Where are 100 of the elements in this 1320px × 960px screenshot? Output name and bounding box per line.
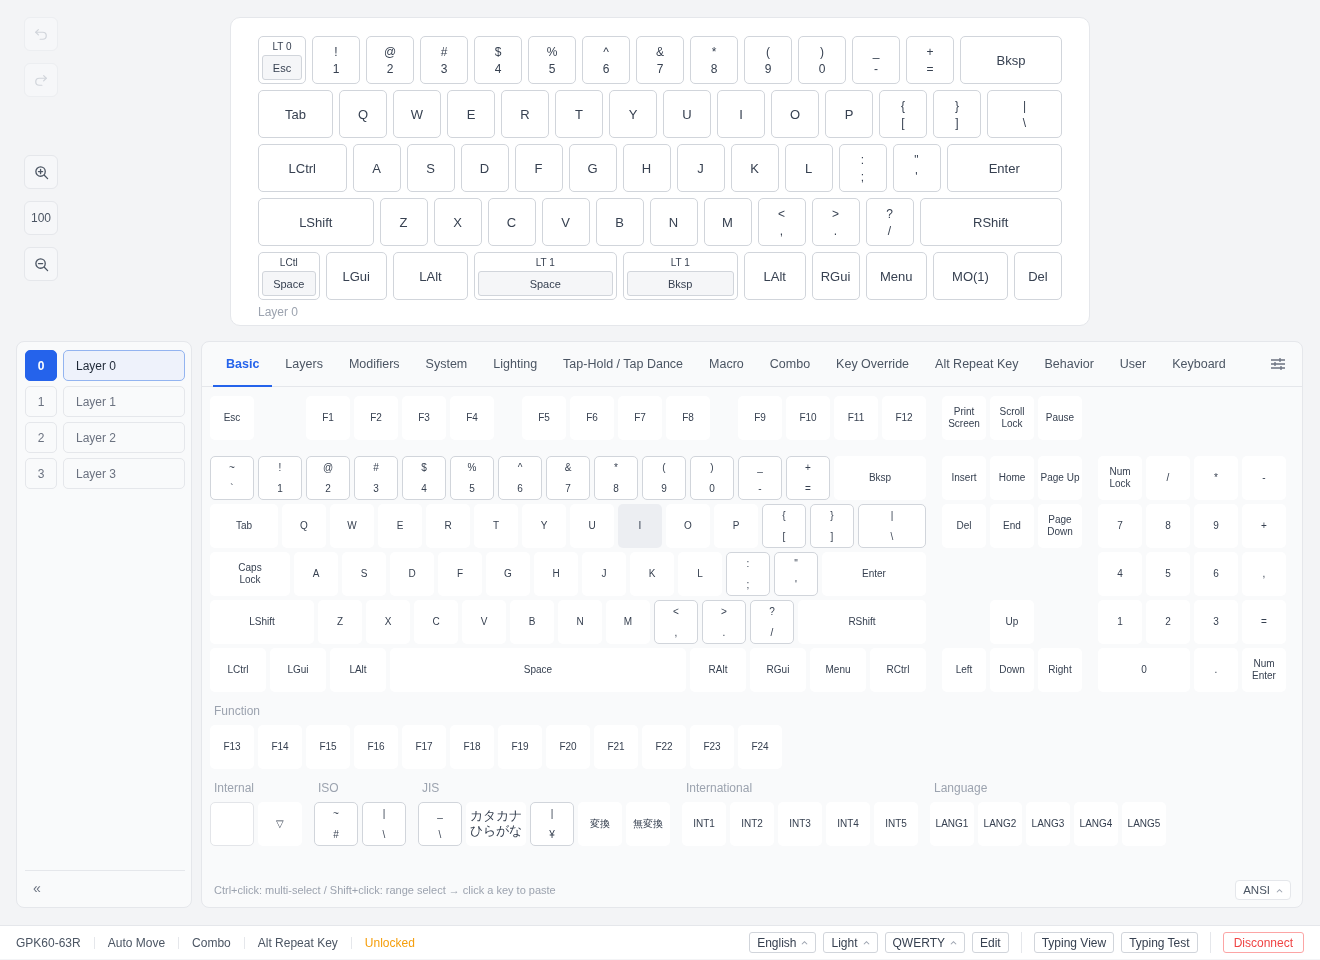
- key[interactable]: LAlt: [393, 252, 468, 300]
- key[interactable]: 変換: [578, 802, 622, 846]
- tab[interactable]: Keyboard: [1159, 342, 1239, 387]
- key[interactable]: * 8: [690, 36, 738, 84]
- key[interactable]: < ,: [757, 198, 806, 246]
- key[interactable]: J: [676, 144, 725, 192]
- key[interactable]: U: [663, 90, 711, 138]
- key[interactable]: N: [649, 198, 698, 246]
- key[interactable]: > .: [702, 600, 746, 644]
- tab[interactable]: Basic: [213, 342, 273, 387]
- settings-icon[interactable]: [1270, 357, 1286, 371]
- key[interactable]: INT3: [778, 802, 822, 846]
- key[interactable]: L: [784, 144, 833, 192]
- key[interactable]: F7: [618, 396, 662, 440]
- key[interactable]: { [: [879, 90, 927, 138]
- key[interactable]: _ -: [852, 36, 900, 84]
- key[interactable]: | ¥: [530, 802, 574, 846]
- key[interactable]: Left: [942, 648, 986, 692]
- key[interactable]: F6: [570, 396, 614, 440]
- tap-key[interactable]: Space: [262, 271, 316, 296]
- key[interactable]: F13: [210, 725, 254, 769]
- key[interactable]: H: [534, 552, 578, 596]
- key[interactable]: ,: [1242, 552, 1286, 596]
- key[interactable]: F1: [306, 396, 350, 440]
- key[interactable]: " ': [892, 144, 941, 192]
- key[interactable]: LShift: [258, 198, 374, 246]
- key[interactable]: F14: [258, 725, 302, 769]
- key[interactable]: S: [406, 144, 455, 192]
- key[interactable]: Num Enter: [1242, 648, 1286, 692]
- key[interactable]: A: [352, 144, 401, 192]
- layer-tap-key[interactable]: LCtl Space: [258, 252, 320, 300]
- key[interactable]: B: [595, 198, 644, 246]
- key[interactable]: RGui: [811, 252, 860, 300]
- key[interactable]: ( 9: [744, 36, 792, 84]
- key[interactable]: 0: [1098, 648, 1190, 692]
- key[interactable]: MO(1): [933, 252, 1008, 300]
- key[interactable]: +: [1242, 504, 1286, 548]
- tap-key[interactable]: Bksp: [626, 271, 734, 296]
- key[interactable]: M: [703, 198, 752, 246]
- key[interactable]: LCtrl: [258, 144, 347, 192]
- tab[interactable]: Alt Repeat Key: [922, 342, 1032, 387]
- key[interactable]: } ]: [933, 90, 981, 138]
- key[interactable]: % 5: [450, 456, 494, 500]
- key[interactable]: LANG1: [930, 802, 974, 846]
- key[interactable]: LShift: [210, 600, 314, 644]
- key[interactable]: & 7: [546, 456, 590, 500]
- key[interactable]: Enter: [946, 144, 1062, 192]
- zoom-out-button[interactable]: [24, 247, 58, 281]
- dropdown[interactable]: QWERTY: [884, 932, 965, 953]
- dropdown[interactable]: Light: [823, 932, 878, 953]
- key[interactable]: F21: [594, 725, 638, 769]
- key[interactable]: E: [447, 90, 495, 138]
- key[interactable]: RShift: [919, 198, 1062, 246]
- tap-key[interactable]: Space: [478, 271, 613, 296]
- key[interactable]: Page Down: [1038, 504, 1082, 548]
- key[interactable]: 2: [1146, 600, 1190, 644]
- key[interactable]: ? /: [865, 198, 914, 246]
- key[interactable]: LAlt: [330, 648, 386, 692]
- key[interactable]: * 8: [594, 456, 638, 500]
- key[interactable]: _ -: [738, 456, 782, 500]
- key[interactable]: F18: [450, 725, 494, 769]
- key[interactable]: Q: [339, 90, 387, 138]
- key[interactable]: Z: [318, 600, 362, 644]
- key[interactable]: Q: [282, 504, 326, 548]
- key[interactable]: F15: [306, 725, 350, 769]
- key[interactable]: F19: [498, 725, 542, 769]
- key[interactable]: RAlt: [690, 648, 746, 692]
- key[interactable]: K: [630, 552, 674, 596]
- key[interactable]: | \: [858, 504, 926, 548]
- layer-tap-key[interactable]: LT 1 Bksp: [622, 252, 738, 300]
- key[interactable]: INT5: [874, 802, 918, 846]
- key[interactable]: Space: [390, 648, 686, 692]
- key[interactable]: F10: [786, 396, 830, 440]
- collapse-button[interactable]: «: [29, 880, 45, 896]
- key[interactable]: D: [390, 552, 434, 596]
- key[interactable]: & 7: [636, 36, 684, 84]
- key[interactable]: P: [825, 90, 873, 138]
- key[interactable]: ! 1: [258, 456, 302, 500]
- layer-tap-key[interactable]: LT 0 Esc: [258, 36, 306, 84]
- key[interactable]: F17: [402, 725, 446, 769]
- key[interactable]: ? /: [750, 600, 794, 644]
- key[interactable]: T: [555, 90, 603, 138]
- key[interactable]: D: [460, 144, 509, 192]
- tap-key[interactable]: Esc: [262, 55, 302, 80]
- key[interactable]: 3: [1194, 600, 1238, 644]
- tab[interactable]: Combo: [756, 342, 824, 387]
- button[interactable]: Edit: [971, 932, 1009, 953]
- key[interactable]: Home: [990, 456, 1034, 500]
- key[interactable]: _ \: [418, 802, 462, 846]
- key[interactable]: F11: [834, 396, 878, 440]
- key[interactable]: I: [717, 90, 765, 138]
- key[interactable]: F9: [738, 396, 782, 440]
- layer-number[interactable]: 0: [25, 350, 57, 381]
- key[interactable]: W: [393, 90, 441, 138]
- key[interactable]: LGui: [325, 252, 387, 300]
- key[interactable]: .: [1194, 648, 1238, 692]
- key[interactable]: ) 0: [690, 456, 734, 500]
- key[interactable]: K: [730, 144, 779, 192]
- key[interactable]: Y: [522, 504, 566, 548]
- key[interactable]: R: [426, 504, 470, 548]
